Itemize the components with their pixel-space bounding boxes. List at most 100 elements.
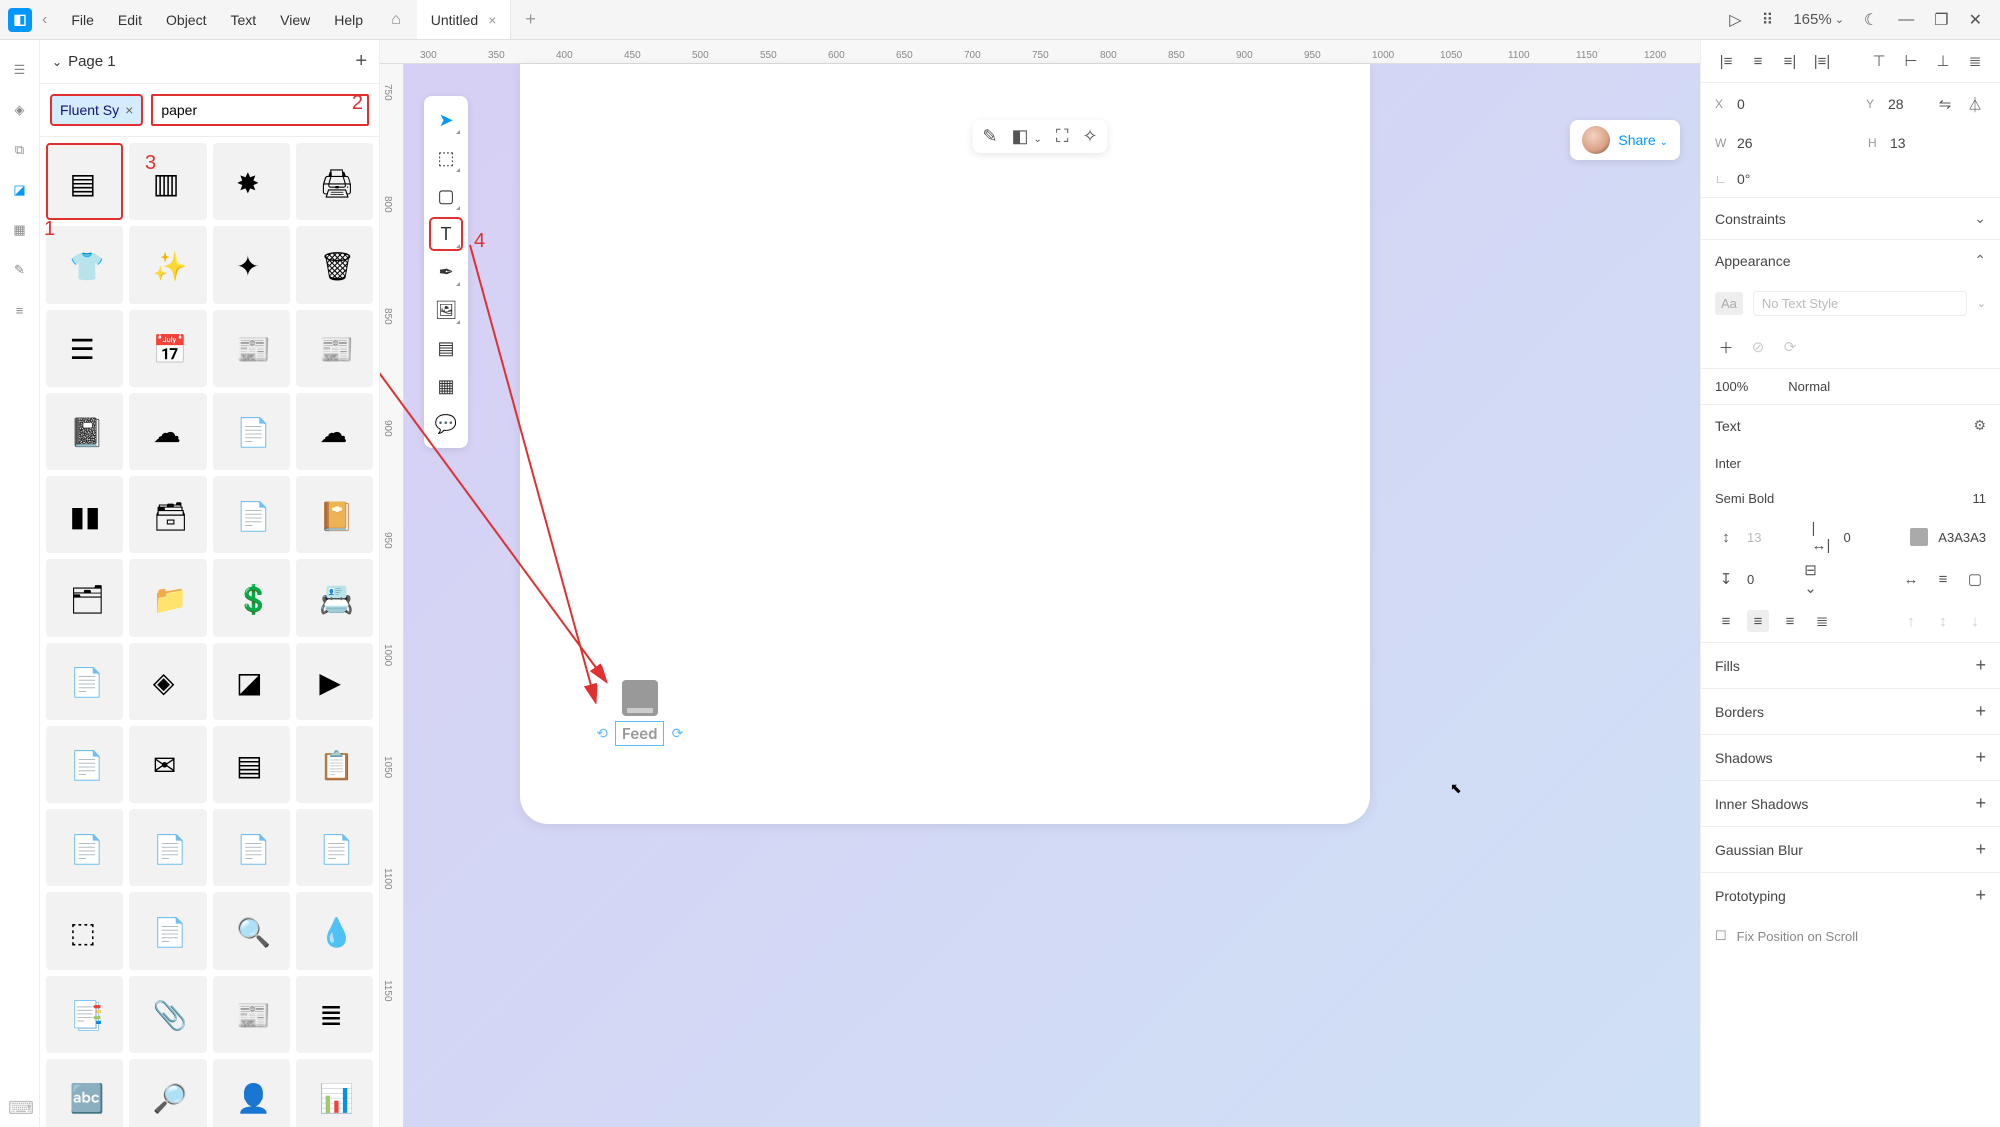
align-bottom-icon[interactable]: ⊥	[1932, 50, 1954, 72]
icon-result-25[interactable]: ◈	[129, 643, 206, 720]
icon-result-24[interactable]: 📄	[46, 643, 123, 720]
layout-tool[interactable]: ▤	[430, 332, 462, 364]
icon-result-26[interactable]: ◪	[213, 643, 290, 720]
placed-paper-icon[interactable]	[622, 680, 658, 716]
constraints-section[interactable]: Constraints⌄	[1701, 198, 2000, 239]
components-icon[interactable]: ◈	[8, 98, 32, 122]
fixed-size-icon[interactable]: ▢	[1964, 568, 1986, 590]
paragraph-spacing[interactable]: 0	[1747, 572, 1754, 587]
inner-shadows-section[interactable]: Inner Shadows+	[1701, 780, 2000, 826]
text-settings-icon[interactable]: ⚙	[1973, 417, 1986, 434]
frame-tool[interactable]: ⬚	[430, 142, 462, 174]
theme-icon[interactable]: ☾	[1864, 10, 1878, 30]
icon-result-7[interactable]: 🗑	[296, 226, 373, 303]
blend-mode[interactable]: Normal	[1788, 379, 1830, 394]
add-tab-button[interactable]: +	[525, 9, 536, 30]
icon-result-1[interactable]: ▥	[129, 143, 206, 220]
flip-v-icon[interactable]: ⏃	[1964, 93, 1986, 115]
page-name[interactable]: Page 1	[68, 53, 116, 70]
maximize-icon[interactable]: ❐	[1934, 10, 1948, 30]
add-border-icon[interactable]: +	[1975, 701, 1986, 722]
icon-result-20[interactable]: 🗂	[46, 559, 123, 636]
icon-result-14[interactable]: 📄	[213, 393, 290, 470]
refresh-style-icon[interactable]: ⟳	[1779, 336, 1801, 358]
rectangle-tool[interactable]: ▢	[430, 180, 462, 212]
icon-result-31[interactable]: 📋	[296, 726, 373, 803]
text-align-right-icon[interactable]: ≡	[1779, 610, 1801, 632]
icon-result-29[interactable]: ✉	[129, 726, 206, 803]
font-weight[interactable]: Semi Bold	[1715, 491, 1774, 506]
pointer-tool[interactable]: ➤	[430, 104, 462, 136]
icon-result-19[interactable]: 📔	[296, 476, 373, 553]
distribute-icon[interactable]: ≣	[1964, 50, 1986, 72]
diamond-icon[interactable]: ✧	[1083, 126, 1098, 147]
fix-scroll-label[interactable]: Fix Position on Scroll	[1737, 929, 1858, 944]
detach-style-icon[interactable]: ⊘	[1747, 336, 1769, 358]
text-handle-right[interactable]: ⟳	[668, 725, 686, 743]
icon-result-39[interactable]: 💧	[296, 892, 373, 969]
valign-bottom-icon[interactable]: ↓	[1964, 610, 1986, 632]
icon-result-30[interactable]: ▤	[213, 726, 290, 803]
zoom-level[interactable]: 165% ⌄	[1793, 11, 1844, 28]
add-fill-icon[interactable]: +	[1975, 655, 1986, 676]
frame-select-icon[interactable]: ⛶	[1056, 126, 1069, 147]
chip-remove-icon[interactable]: ×	[125, 102, 133, 118]
canvas-placed-object[interactable]: ⟲ Feed ⟳	[615, 680, 664, 743]
icon-result-17[interactable]: 🗃	[129, 476, 206, 553]
valign-top-icon[interactable]: ↑	[1900, 610, 1922, 632]
opacity-value[interactable]: 100%	[1715, 379, 1748, 394]
checkbox-icon[interactable]: ☐	[1715, 928, 1727, 944]
text-style-select[interactable]: No Text Style	[1753, 291, 1967, 316]
icon-result-0[interactable]: ▤	[46, 143, 123, 220]
size-h[interactable]: 13	[1890, 135, 1926, 151]
icon-result-16[interactable]: ▮▮	[46, 476, 123, 553]
user-avatar[interactable]	[1582, 126, 1610, 154]
prototyping-section[interactable]: Prototyping+	[1701, 872, 2000, 918]
canvas[interactable]: 3003504004505005506006507007508008509009…	[380, 40, 1700, 1127]
align-justify-icon[interactable]: |≡|	[1811, 50, 1833, 72]
add-page-button[interactable]: +	[355, 50, 367, 73]
apps-tool[interactable]: ▦	[430, 370, 462, 402]
filter-chip[interactable]: Fluent Sy ×	[50, 94, 143, 126]
plugins-icon[interactable]: ✎	[8, 258, 32, 282]
icon-result-41[interactable]: 📎	[129, 976, 206, 1053]
icon-result-5[interactable]: ✨	[129, 226, 206, 303]
icon-result-11[interactable]: 📰	[296, 310, 373, 387]
add-style-icon[interactable]: ＋	[1715, 336, 1737, 358]
icon-result-10[interactable]: 📰	[213, 310, 290, 387]
home-icon[interactable]: ⌂	[391, 11, 401, 29]
icon-result-28[interactable]: 📄	[46, 726, 123, 803]
icon-result-23[interactable]: 📇	[296, 559, 373, 636]
text-section[interactable]: Text ⚙	[1701, 405, 2000, 446]
align-center-h-icon[interactable]: ≡	[1747, 50, 1769, 72]
document-tab[interactable]: Untitled ×	[417, 0, 512, 39]
icon-result-15[interactable]: ☁	[296, 393, 373, 470]
menu-file[interactable]: File	[59, 12, 106, 28]
line-height[interactable]: 13	[1747, 530, 1761, 545]
font-size[interactable]: 11	[1973, 491, 1987, 506]
back-button[interactable]: ‹	[42, 11, 47, 29]
share-button[interactable]: Share ⌄	[1618, 132, 1668, 148]
image-tool[interactable]: 🖼	[430, 294, 462, 326]
auto-width-icon[interactable]: ↔	[1900, 568, 1922, 590]
keyboard-shortcuts-icon[interactable]: ⌨	[8, 1098, 34, 1119]
asset-search-input[interactable]	[151, 94, 369, 126]
icon-result-3[interactable]: 🖨	[296, 143, 373, 220]
icon-result-21[interactable]: 📁	[129, 559, 206, 636]
text-tool[interactable]: T	[430, 218, 462, 250]
app-logo[interactable]: ◧	[8, 8, 32, 32]
close-tab-icon[interactable]: ×	[488, 12, 496, 28]
font-family[interactable]: Inter	[1715, 456, 1741, 471]
icon-result-18[interactable]: 📄	[213, 476, 290, 553]
shadows-section[interactable]: Shadows+	[1701, 734, 2000, 780]
shapes-icon[interactable]: ◧ ⌄	[1011, 126, 1041, 147]
icon-result-38[interactable]: 🔍	[213, 892, 290, 969]
menu-edit[interactable]: Edit	[106, 12, 154, 28]
icon-result-4[interactable]: 👕	[46, 226, 123, 303]
menu-object[interactable]: Object	[154, 12, 218, 28]
add-blur-icon[interactable]: +	[1975, 839, 1986, 860]
icon-result-2[interactable]: ✸	[213, 143, 290, 220]
icon-result-47[interactable]: 📊	[296, 1059, 373, 1127]
add-interaction-icon[interactable]: +	[1975, 885, 1986, 906]
play-icon[interactable]: ▷	[1729, 10, 1741, 30]
